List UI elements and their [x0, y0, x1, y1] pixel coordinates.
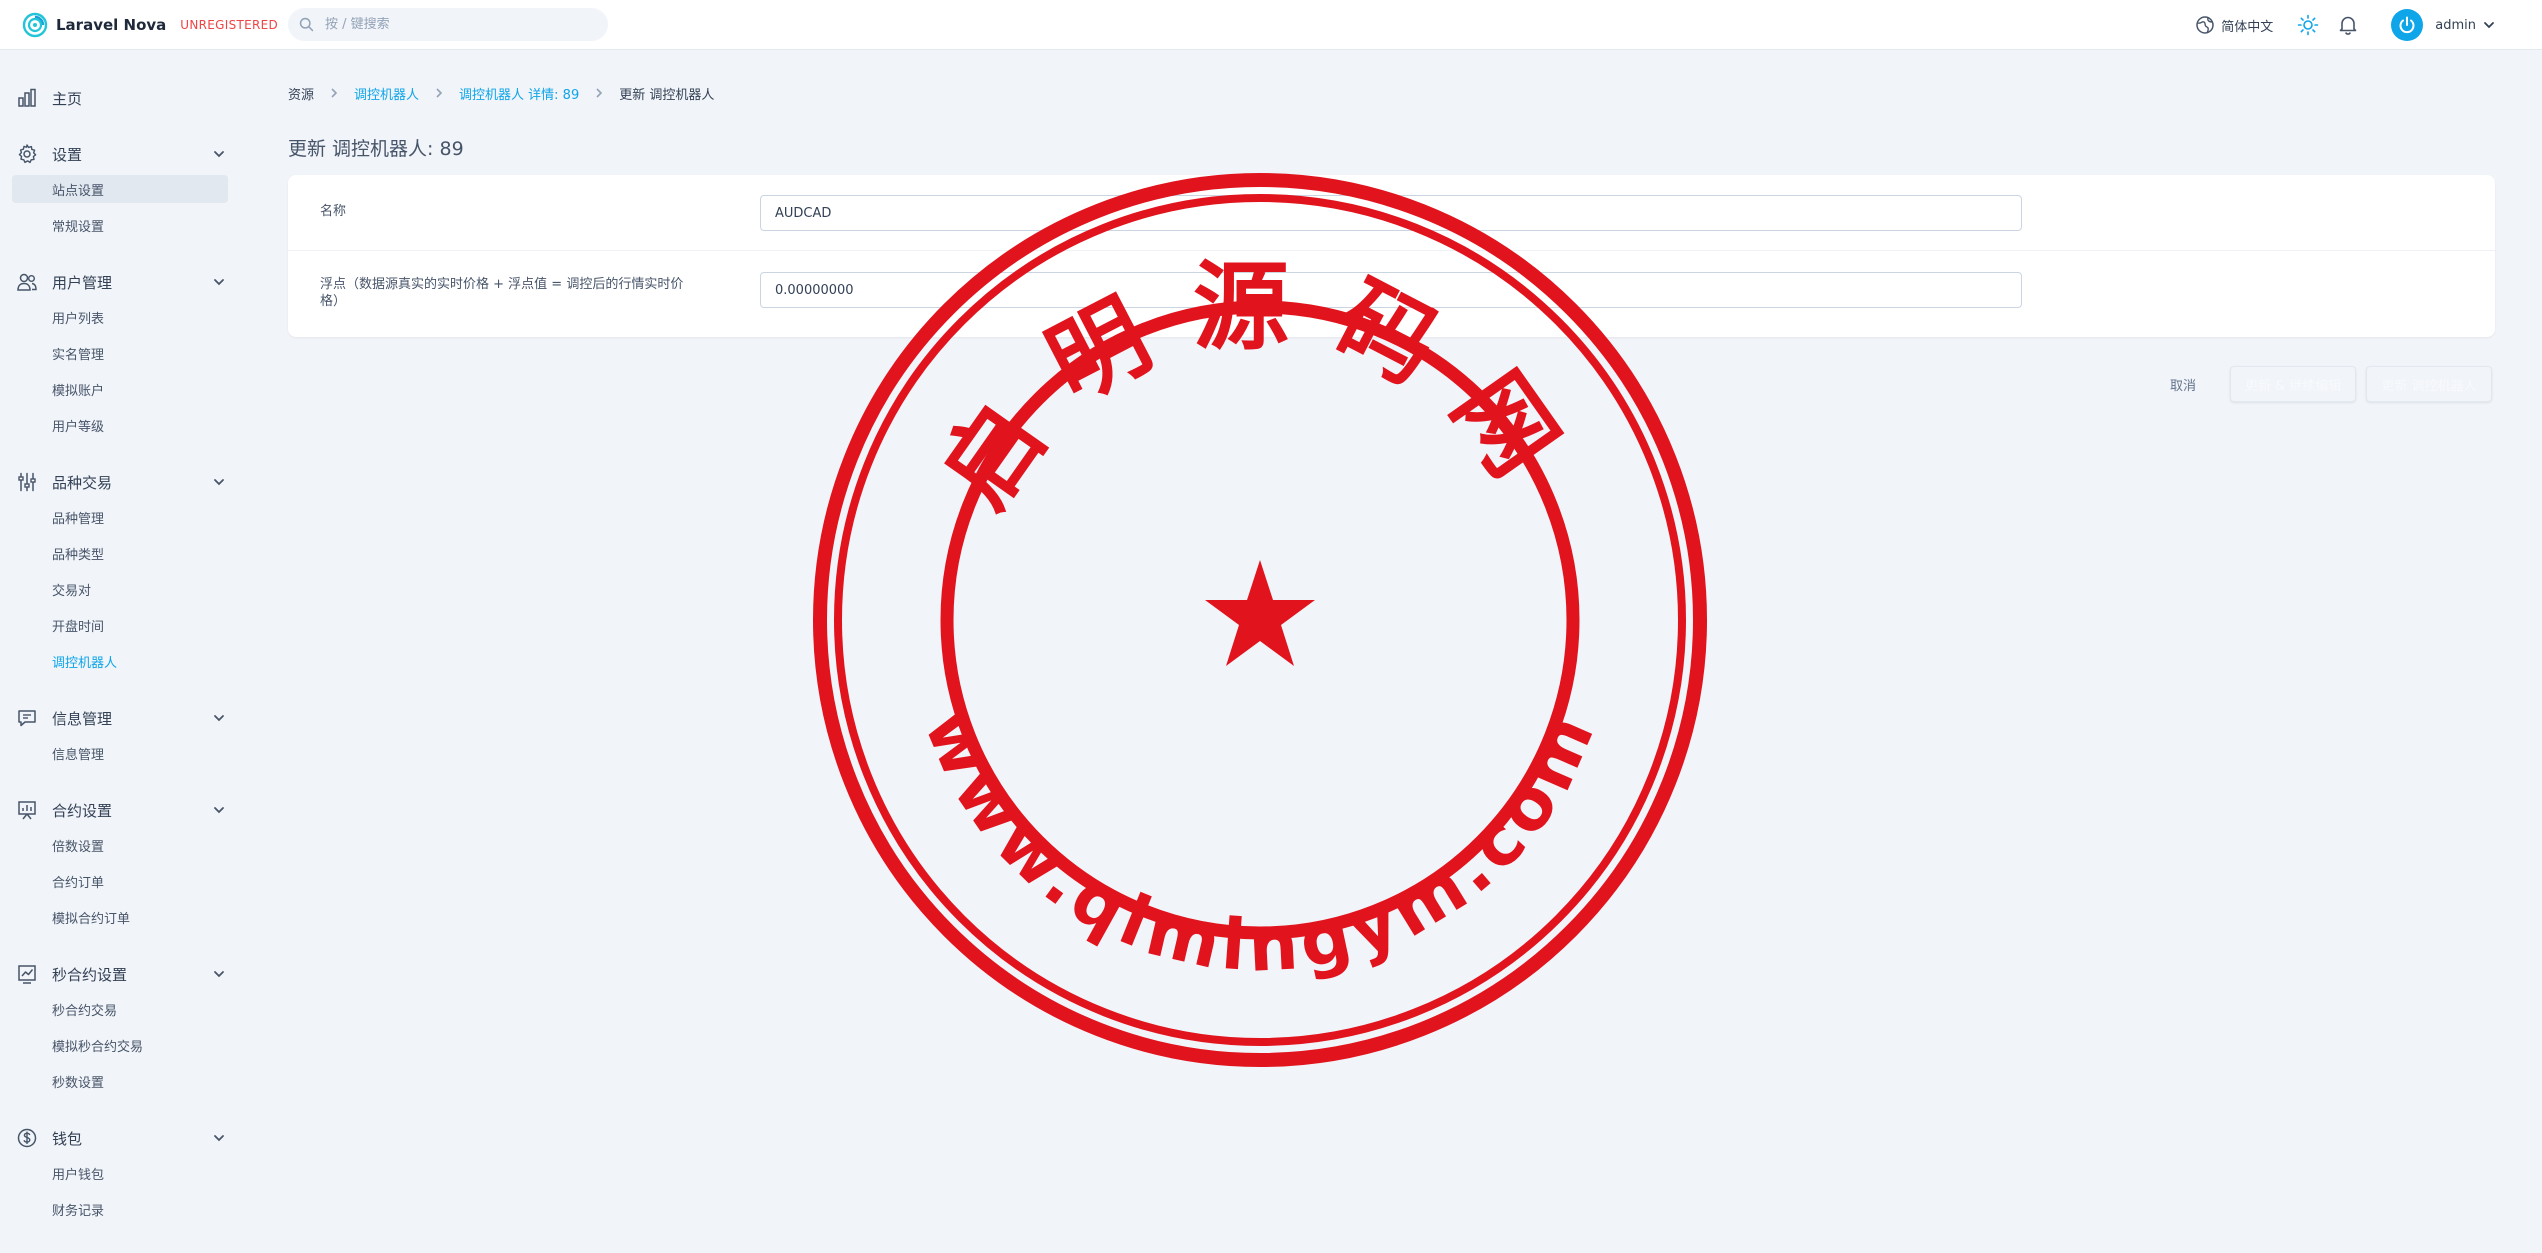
chevron-down-icon [214, 479, 224, 486]
user-name: admin [2435, 17, 2476, 33]
seal-watermark: 启明源码网 www.qimingym.com [813, 173, 1707, 1067]
breadcrumb-current: 更新 调控机器人 [619, 87, 715, 103]
brand[interactable]: Laravel Nova UNREGISTERED [22, 10, 278, 40]
bell-icon[interactable] [2337, 14, 2359, 36]
cancel-button[interactable]: 取消 [2170, 375, 2196, 394]
sidebar-item-user-list[interactable]: 用户列表 [12, 303, 228, 331]
chevron-right-icon [596, 88, 603, 98]
sidebar-item-user-wallets[interactable]: 用户钱包 [12, 1159, 228, 1187]
sidebar-group-label: 设置 [52, 145, 83, 164]
sidebar-item-leverage-settings[interactable]: 倍数设置 [12, 831, 228, 859]
sidebar-item-opening-hours[interactable]: 开盘时间 [12, 611, 228, 639]
sidebar-group-label: 钱包 [52, 1129, 83, 1148]
sidebar-group-messages[interactable]: 信息管理 [16, 703, 226, 733]
dollar-icon [17, 1128, 37, 1148]
sidebar-group-label: 信息管理 [52, 709, 113, 728]
top-right-controls: 简体中文 admin [2195, 6, 2496, 44]
update-button[interactable]: 更新 调控机器人 [2366, 366, 2492, 402]
brand-name: Laravel Nova [56, 16, 167, 34]
offset-field-label: 浮点（数据源真实的实时价格 + 浮点值 = 调控后的行情实时价格） [320, 277, 684, 309]
sidebar-group-contract-settings[interactable]: 合约设置 [16, 795, 226, 825]
language-switcher[interactable]: 简体中文 [2195, 15, 2273, 35]
sidebar-item-symbol-types[interactable]: 品种类型 [12, 539, 228, 567]
breadcrumb-detail[interactable]: 调控机器人 详情: 89 [459, 84, 579, 103]
search-icon [299, 17, 314, 32]
seal-top-text: 启明源码网 [920, 251, 1601, 527]
chevron-down-icon [214, 715, 224, 722]
unregistered-badge: UNREGISTERED [180, 18, 279, 32]
sidebar-group-label: 品种交易 [52, 473, 113, 492]
sidebar-item-user-levels[interactable]: 用户等级 [12, 411, 228, 439]
chevron-right-icon [436, 88, 443, 98]
sidebar-item-control-robot[interactable]: 调控机器人 [12, 647, 228, 675]
sidebar-group-label: 合约设置 [52, 801, 113, 820]
sidebar-item-demo-accounts[interactable]: 模拟账户 [12, 375, 228, 403]
update-continue-button[interactable]: 更新 & 继续编辑 [2230, 366, 2357, 402]
breadcrumb-resources: 资源 [288, 87, 315, 103]
presentation-chart-icon [18, 801, 36, 820]
gear-icon [18, 144, 37, 164]
chevron-right-icon [331, 88, 338, 98]
form-actions: 取消 更新 & 继续编辑 更新 调控机器人 [2170, 366, 2492, 402]
sidebar-group-second-contract-settings[interactable]: 秒合约设置 [16, 959, 226, 989]
search-input[interactable] [325, 17, 585, 32]
sliders-icon [18, 472, 36, 492]
global-search[interactable] [288, 8, 608, 41]
breadcrumb-control-robot[interactable]: 调控机器人 [354, 84, 419, 103]
sidebar-item-contract-orders[interactable]: 合约订单 [12, 867, 228, 895]
sidebar-group-trading[interactable]: 品种交易 [16, 467, 226, 497]
users-icon [17, 273, 37, 291]
chevron-down-icon [214, 971, 224, 978]
chat-icon [18, 710, 36, 727]
sidebar-item-site-settings[interactable]: 站点设置 [12, 175, 228, 203]
page-title: 更新 调控机器人: 89 [288, 138, 464, 160]
sidebar-item-trading-pairs[interactable]: 交易对 [12, 575, 228, 603]
language-label: 简体中文 [2221, 19, 2274, 35]
seal-bottom-text: www.qimingym.com [908, 697, 1612, 987]
sidebar-group-label: 用户管理 [52, 273, 113, 292]
sidebar-item-demo-contract-orders[interactable]: 模拟合约订单 [12, 903, 228, 931]
breadcrumb: 资源 调控机器人 调控机器人 详情: 89 更新 调控机器人 [288, 82, 714, 104]
trend-chart-icon [18, 965, 36, 984]
sidebar-group-settings[interactable]: 设置 [16, 139, 226, 169]
sidebar-item-kyc[interactable]: 实名管理 [12, 339, 228, 367]
sidebar-group-wallet[interactable]: 钱包 [16, 1123, 226, 1153]
sidebar-item-symbols[interactable]: 品种管理 [12, 503, 228, 531]
sidebar-group-label: 主页 [52, 89, 83, 108]
star-icon [1205, 560, 1315, 666]
sidebar-item-dashboard[interactable]: 主页 [16, 83, 226, 113]
sidebar-item-second-contract-trades[interactable]: 秒合约交易 [12, 995, 228, 1023]
power-icon [2399, 16, 2415, 34]
chart-bar-icon [18, 88, 36, 107]
sidebar-item-financial-records[interactable]: 财务记录 [12, 1195, 228, 1223]
name-field-label: 名称 [320, 204, 347, 219]
sidebar-item-general-settings[interactable]: 常规设置 [12, 211, 228, 239]
chevron-down-icon [214, 279, 224, 286]
top-bar: Laravel Nova UNREGISTERED 简体中文 [0, 0, 2542, 50]
sidebar-item-messages[interactable]: 信息管理 [12, 739, 228, 767]
chevron-down-icon [214, 1135, 224, 1142]
chevron-down-icon [2484, 22, 2494, 29]
user-menu[interactable]: admin [2391, 9, 2496, 41]
sidebar-group-user-management[interactable]: 用户管理 [16, 267, 226, 297]
chevron-down-icon [214, 807, 224, 814]
avatar [2391, 9, 2424, 41]
sidebar: 主页 设置 站点设置 常规设置 用户管理 用户列表 实名管理 模拟账户 用户等级 [0, 50, 240, 1253]
globe-icon [2196, 16, 2214, 34]
sun-icon[interactable] [2297, 14, 2319, 36]
nova-logo-icon [22, 12, 48, 38]
chevron-down-icon [214, 151, 224, 158]
sidebar-item-seconds-settings[interactable]: 秒数设置 [12, 1067, 228, 1095]
sidebar-item-demo-second-contract-trades[interactable]: 模拟秒合约交易 [12, 1031, 228, 1059]
sidebar-group-label: 秒合约设置 [52, 965, 128, 984]
